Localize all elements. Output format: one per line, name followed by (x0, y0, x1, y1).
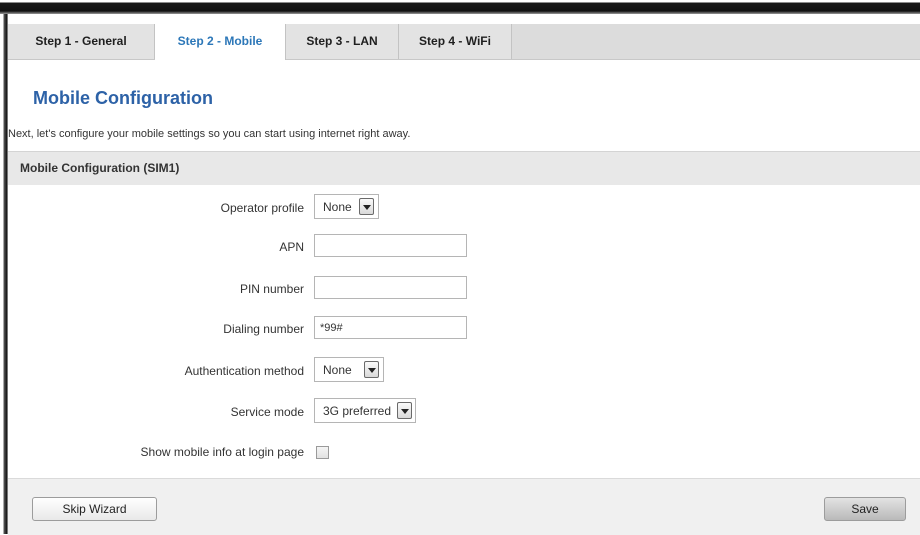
chevron-down-icon (359, 198, 374, 215)
operator-profile-select[interactable]: None (314, 194, 379, 219)
apn-input[interactable] (314, 234, 467, 257)
section-header: Mobile Configuration (SIM1) (8, 151, 920, 185)
service-mode-value: 3G preferred (323, 404, 392, 418)
tab-general[interactable]: Step 1 - General (8, 24, 155, 59)
save-button[interactable]: Save (824, 497, 906, 521)
wizard-tab-bar: Step 1 - General Step 2 - Mobile Step 3 … (8, 24, 920, 60)
skip-wizard-button[interactable]: Skip Wizard (32, 497, 157, 521)
wizard-footer: Skip Wizard Save (8, 478, 920, 535)
dialing-number-label: Dialing number (223, 322, 304, 336)
page-title: Mobile Configuration (33, 88, 213, 108)
auth-method-value: None (323, 363, 352, 377)
auth-method-label: Authentication method (184, 364, 304, 378)
tab-mobile[interactable]: Step 2 - Mobile (155, 24, 286, 60)
window-frame-left (0, 14, 8, 534)
operator-profile-label: Operator profile (220, 201, 304, 215)
pin-label: PIN number (239, 282, 304, 296)
show-mobile-info-label: Show mobile info at login page (140, 445, 304, 459)
tab-lan[interactable]: Step 3 - LAN (286, 24, 399, 59)
chevron-down-icon (397, 402, 412, 419)
window-frame-top (0, 0, 920, 14)
operator-profile-value: None (323, 200, 352, 214)
pin-input[interactable] (314, 276, 467, 299)
intro-text: Next, let's configure your mobile settin… (8, 128, 411, 140)
show-mobile-info-checkbox[interactable] (316, 446, 329, 459)
dialing-number-input[interactable] (314, 316, 467, 339)
service-mode-select[interactable]: 3G preferred (314, 398, 416, 423)
auth-method-select[interactable]: None (314, 357, 384, 382)
apn-label: APN (279, 240, 304, 254)
tab-wifi[interactable]: Step 4 - WiFi (399, 24, 512, 59)
chevron-down-icon (364, 361, 379, 378)
section-title: Mobile Configuration (SIM1) (20, 161, 180, 175)
service-mode-label: Service mode (230, 405, 304, 419)
